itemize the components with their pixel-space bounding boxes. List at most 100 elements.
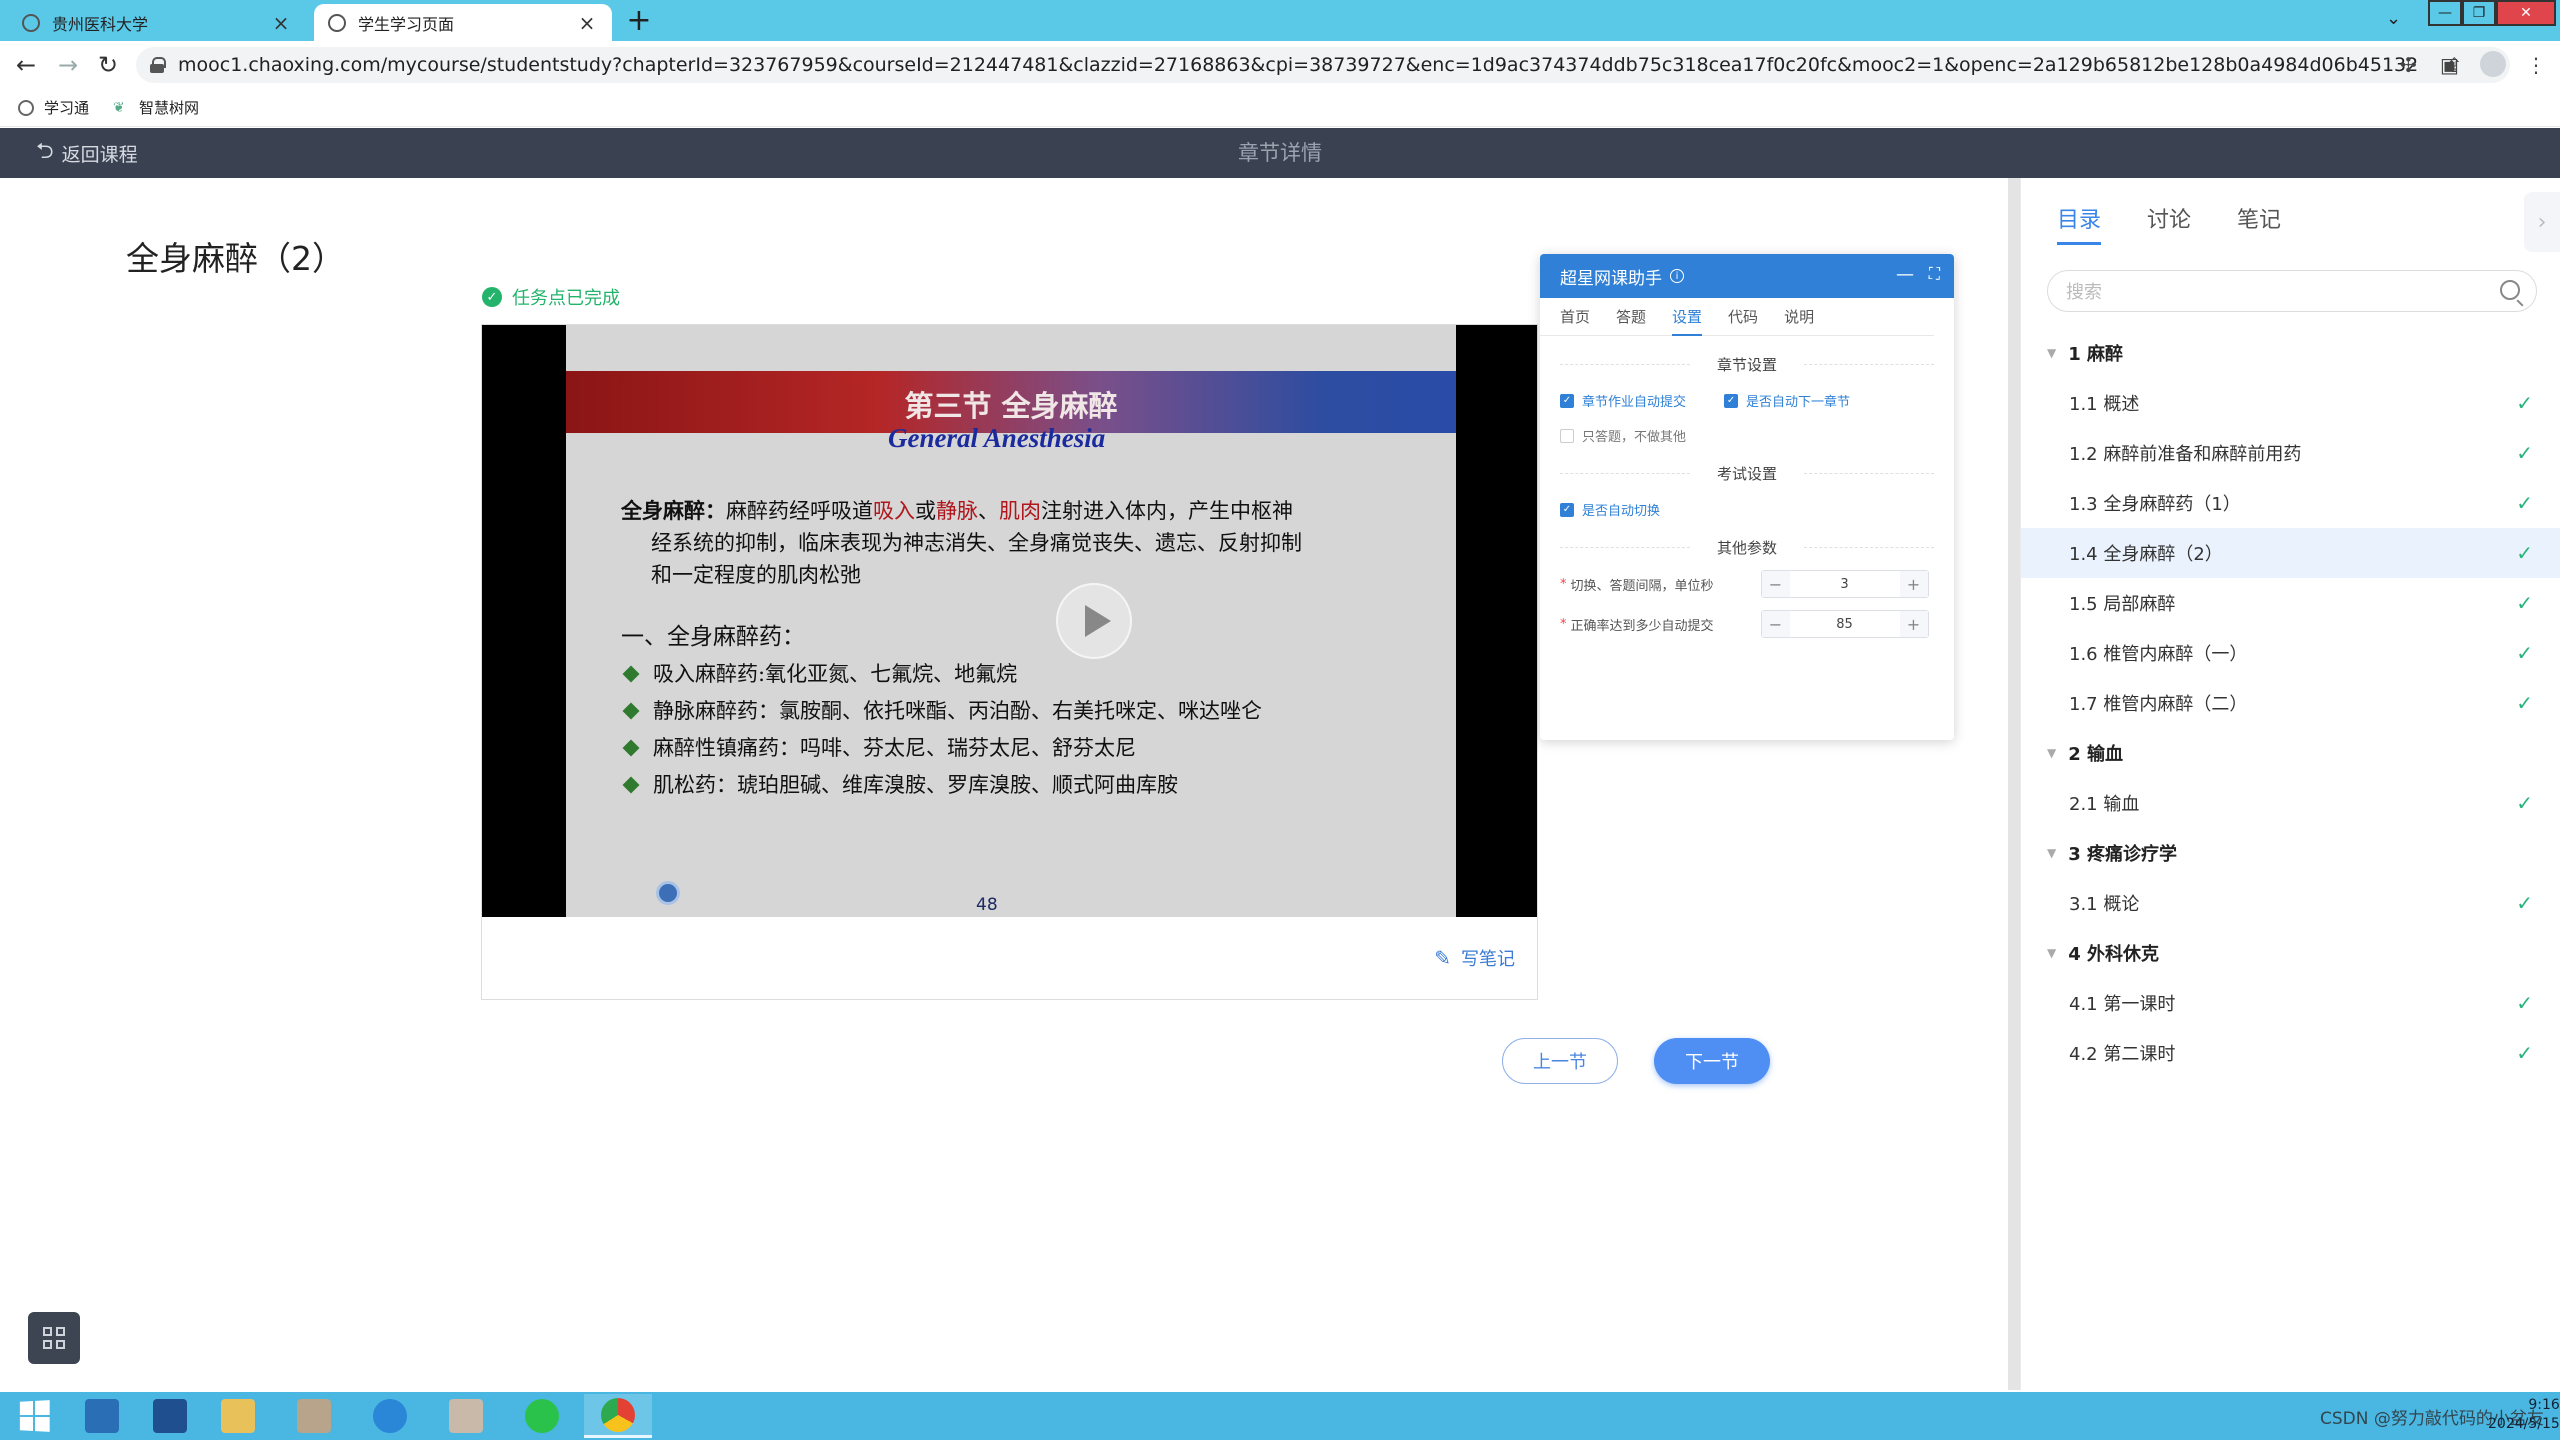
back-to-course-button[interactable]: ⮌ 返回课程 xyxy=(36,128,138,178)
game-app-icon xyxy=(449,1399,483,1433)
helper-tab-answer[interactable]: 答题 xyxy=(1616,298,1646,336)
search-icon[interactable] xyxy=(2500,280,2520,300)
taskbar-app-wechat[interactable] xyxy=(508,1394,576,1438)
extensions-icon[interactable]: ✣ xyxy=(2400,53,2417,77)
diamond-bullet-icon xyxy=(622,739,640,757)
toc-item[interactable]: 2.1 输血 ✓ xyxy=(2021,778,2560,828)
chevron-down-icon[interactable]: ⌄ xyxy=(2386,8,2401,29)
toc-item[interactable]: 1.2 麻醉前准备和麻醉前用药 ✓ xyxy=(2021,428,2560,478)
diamond-bullet-icon xyxy=(622,776,640,794)
decrement-button[interactable]: − xyxy=(1761,611,1790,637)
back-arrow-icon[interactable]: ← xyxy=(10,49,42,81)
bookmark-label: 学习通 xyxy=(44,99,90,117)
next-section-button[interactable]: 下一节 xyxy=(1654,1038,1770,1084)
minimize-icon[interactable]: — xyxy=(1896,264,1914,285)
browser-tab-gmc[interactable]: 贵州医科大学 × xyxy=(8,4,306,41)
toc-item[interactable]: 1.6 椎管内麻醉（一） ✓ xyxy=(2021,628,2560,678)
toc-item[interactable]: 1.7 椎管内麻醉（二） ✓ xyxy=(2021,678,2560,728)
profile-avatar[interactable] xyxy=(2480,51,2506,77)
wechat-icon xyxy=(525,1399,559,1433)
taskbar-app-powershell[interactable] xyxy=(136,1394,204,1438)
taskbar-app-explorer[interactable] xyxy=(204,1394,272,1438)
toc-item[interactable]: 1.5 局部麻醉 ✓ xyxy=(2021,578,2560,628)
bookmark-label: 智慧树网 xyxy=(139,99,200,117)
window-close-button[interactable]: ✕ xyxy=(2496,0,2556,26)
bookmarks-bar: 学习通 ❦ 智慧树网 xyxy=(0,89,2560,127)
bookmark-zhihuishu[interactable]: ❦ 智慧树网 xyxy=(113,97,199,118)
toc-item[interactable]: 3.1 概论 ✓ xyxy=(2021,878,2560,928)
bookmark-xuexitong[interactable]: 学习通 xyxy=(18,97,89,118)
toc-item[interactable]: 1.3 全身麻醉药（1） ✓ xyxy=(2021,478,2560,528)
forward-arrow-icon[interactable]: → xyxy=(52,49,84,81)
auto-submit-checkbox[interactable]: ✓ 章节作业自动提交 xyxy=(1560,391,1686,410)
main-scrollbar[interactable] xyxy=(2008,178,2020,1390)
accuracy-stepper: − 85 + xyxy=(1760,610,1929,638)
toc-chapter[interactable]: ▼ 4 外科休克 xyxy=(2021,928,2560,978)
video-player[interactable]: 第三节 全身麻醉 General Anesthesia 全身麻醉：麻醉药经呼吸道… xyxy=(482,325,1537,917)
new-tab-button[interactable]: + xyxy=(624,6,654,36)
increment-button[interactable]: + xyxy=(1899,571,1928,597)
browser-tab-study[interactable]: 学生学习页面 × xyxy=(314,4,612,41)
increment-button[interactable]: + xyxy=(1899,611,1928,637)
window-restore-button[interactable]: ❐ xyxy=(2462,0,2496,26)
close-icon[interactable]: × xyxy=(576,11,598,35)
toc-chapter[interactable]: ▼ 3 疼痛诊疗学 xyxy=(2021,828,2560,878)
start-button[interactable] xyxy=(0,1394,68,1438)
info-icon[interactable]: i xyxy=(1670,269,1684,283)
side-panel-icon[interactable]: ▣ xyxy=(2440,53,2459,77)
system-clock[interactable]: 9:16 2024/5/15 xyxy=(2488,1396,2560,1434)
chapter-settings-heading: 章节设置 xyxy=(1540,354,1954,375)
write-note-button[interactable]: ✎ 写笔记 xyxy=(1434,945,1515,971)
search-placeholder: 搜索 xyxy=(2066,282,2102,303)
fullscreen-icon[interactable]: ⛶ xyxy=(1929,264,1940,284)
reload-icon[interactable]: ↻ xyxy=(92,49,124,81)
toc-item[interactable]: 4.1 第一课时 ✓ xyxy=(2021,978,2560,1028)
answer-only-checkbox[interactable]: 只答题，不做其他 xyxy=(1560,426,1686,445)
helper-tab-help[interactable]: 说明 xyxy=(1784,298,1814,336)
toc-item-label: 1.4 全身麻醉（2） xyxy=(2069,544,2223,565)
catalog-search-input[interactable]: 搜索 xyxy=(2047,270,2537,312)
close-icon[interactable]: × xyxy=(270,11,292,35)
taskbar-app-chrome[interactable] xyxy=(584,1394,652,1438)
taskbar-app-game-2[interactable] xyxy=(432,1394,500,1438)
helper-tab-home[interactable]: 首页 xyxy=(1560,298,1590,336)
more-vert-icon[interactable]: ⋮ xyxy=(2526,53,2546,77)
taskbar-app-computer[interactable] xyxy=(68,1394,136,1438)
checkbox-checked-icon: ✓ xyxy=(1560,502,1574,517)
window-minimize-button[interactable]: — xyxy=(2428,0,2462,26)
check-icon: ✓ xyxy=(2516,541,2533,565)
sidebar-tabs: 目录 讨论 笔记 xyxy=(2057,202,2327,245)
chapter-label: 2 输血 xyxy=(2068,744,2124,765)
toc-item-current[interactable]: 1.4 全身麻醉（2） ✓ xyxy=(2021,528,2560,578)
checkbox-label: 只答题，不做其他 xyxy=(1582,430,1687,445)
qr-code-button[interactable] xyxy=(28,1312,80,1364)
interval-value[interactable]: 3 xyxy=(1790,577,1900,592)
tab-notes[interactable]: 笔记 xyxy=(2237,202,2281,245)
taskbar-app-game-1[interactable] xyxy=(280,1394,348,1438)
globe-icon xyxy=(328,13,346,32)
clock-date: 2024/5/15 xyxy=(2488,1416,2560,1432)
helper-tab-settings[interactable]: 设置 xyxy=(1672,298,1703,336)
toc-item[interactable]: 4.2 第二课时 ✓ xyxy=(2021,1028,2560,1078)
auto-switch-checkbox[interactable]: ✓ 是否自动切换 xyxy=(1560,500,1660,519)
accuracy-value[interactable]: 85 xyxy=(1790,617,1900,632)
decrement-button[interactable]: − xyxy=(1761,571,1790,597)
toc-chapter[interactable]: ▼ 2 输血 xyxy=(2021,728,2560,778)
checkbox-label: 是否自动下一章节 xyxy=(1746,395,1851,410)
url-field[interactable]: mooc1.chaoxing.com/mycourse/studentstudy… xyxy=(136,47,2510,83)
checkbox-label: 是否自动切换 xyxy=(1582,504,1661,519)
taskbar-app-browser[interactable] xyxy=(356,1394,424,1438)
toc-chapter[interactable]: ▼ 1 麻醉 xyxy=(2021,328,2560,378)
toc-item[interactable]: 1.1 概述 ✓ xyxy=(2021,378,2560,428)
tab-catalog[interactable]: 目录 xyxy=(2057,202,2102,245)
tab-discussion[interactable]: 讨论 xyxy=(2147,202,2191,245)
helper-tab-code[interactable]: 代码 xyxy=(1728,298,1758,336)
auto-next-checkbox[interactable]: ✓ 是否自动下一章节 xyxy=(1724,391,1850,410)
task-status-text: 任务点已完成 xyxy=(512,288,620,309)
prev-section-button[interactable]: 上一节 xyxy=(1502,1038,1618,1084)
chevron-right-icon[interactable]: › xyxy=(2524,192,2560,252)
helper-header[interactable]: 超星网课助手 i — ⛶ xyxy=(1540,254,1954,298)
play-button[interactable] xyxy=(1056,583,1132,659)
page-header: 章节详情 ⮌ 返回课程 xyxy=(0,128,2560,178)
lock-icon[interactable] xyxy=(150,57,166,73)
